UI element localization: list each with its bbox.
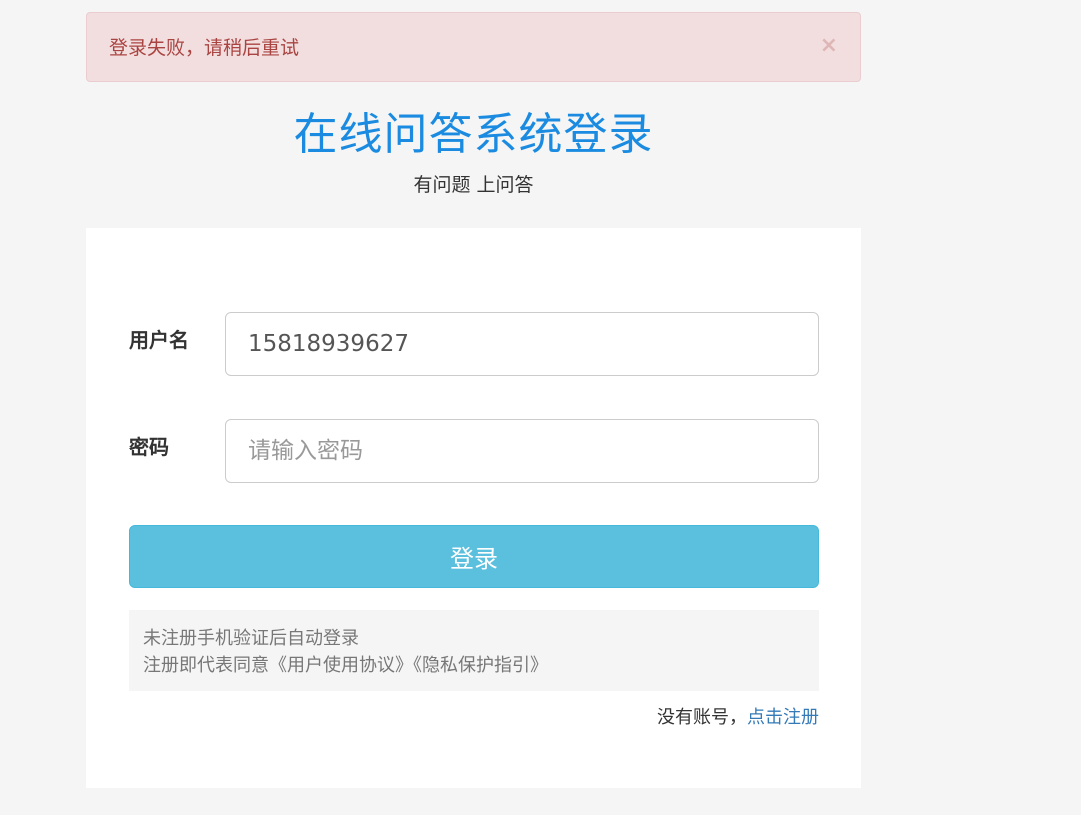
register-link[interactable]: 点击注册 [747,707,819,728]
username-label: 用户名 [129,328,189,352]
alert-message: 登录失败，请稍后重试 [109,37,300,59]
register-prompt: 没有账号， [657,707,747,728]
login-button[interactable]: 登录 [129,525,819,588]
password-input[interactable] [225,419,819,483]
username-input[interactable] [225,312,819,376]
password-label: 密码 [129,435,169,459]
registration-notice: 未注册手机验证后自动登录 注册即代表同意《用户使用协议》《隐私保护指引》 [129,610,819,691]
error-alert: 登录失败，请稍后重试 × [86,12,861,82]
page-title: 在线问答系统登录 [293,109,654,160]
notice-line-agreement: 注册即代表同意《用户使用协议》《隐私保护指引》 [143,655,548,676]
page-subtitle: 有问题 上问答 [413,174,534,196]
login-panel: 用户名 密码 登录 未注册手机验证后自动登录 注册即代表同意《用户使用协议》《隐… [86,228,861,788]
close-icon[interactable]: × [820,33,838,59]
register-row: 没有账号，点击注册 [657,705,819,731]
notice-line-auto-login: 未注册手机验证后自动登录 [143,628,359,649]
